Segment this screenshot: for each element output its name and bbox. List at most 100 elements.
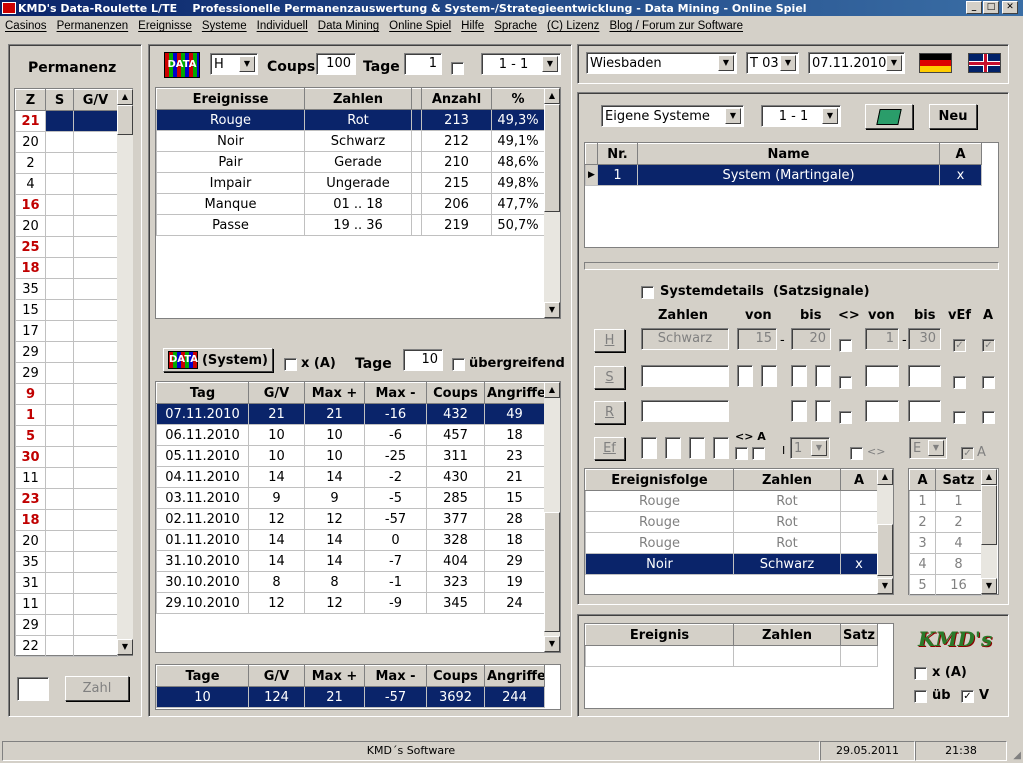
xa-checkbox[interactable]	[284, 358, 297, 371]
scroll-down-icon[interactable]: ▼	[117, 639, 133, 655]
s-von-input-2[interactable]	[761, 365, 777, 387]
table-row[interactable]: 18	[15, 509, 118, 531]
h-bis2-input[interactable]: 30	[908, 328, 941, 350]
col-tag[interactable]: Tag	[156, 382, 249, 404]
col-s[interactable]: S	[45, 89, 74, 111]
col-ef-a[interactable]: A	[840, 469, 878, 491]
menu-permanenzen[interactable]: Permanenzen	[52, 20, 134, 32]
close-button[interactable]: ✕	[1002, 1, 1018, 14]
tage2-input[interactable]: 10	[403, 349, 443, 371]
satz-scrollbar[interactable]: ▲ ▼	[981, 469, 997, 594]
table-row[interactable]: 2	[15, 152, 118, 174]
s-bis-input-2[interactable]	[815, 365, 831, 387]
ef-combo[interactable]: 1 ▼	[790, 437, 830, 459]
table-row[interactable]: Rouge Rot	[585, 490, 878, 512]
col-name[interactable]: Name	[637, 143, 940, 165]
uk-flag-icon[interactable]	[968, 53, 1001, 73]
s-zahlen-input[interactable]	[641, 365, 729, 387]
ereignisfolge-scrollbar[interactable]: ▲ ▼	[877, 469, 893, 594]
chevron-down-icon[interactable]: ▼	[239, 56, 255, 72]
col-ereignis[interactable]: Ereignis	[585, 624, 734, 646]
ueb-checkbox[interactable]	[914, 690, 927, 703]
scroll-up-icon[interactable]: ▲	[981, 469, 997, 485]
table-row[interactable]: 35	[15, 551, 118, 573]
table-combo[interactable]: T 03 ▼	[746, 52, 799, 74]
table-row[interactable]: 23	[15, 488, 118, 510]
table-row[interactable]: 25	[15, 236, 118, 258]
casino-combo[interactable]: Wiesbaden ▼	[586, 52, 737, 74]
r-vef-checkbox[interactable]	[953, 411, 966, 424]
h-a-checkbox[interactable]: ✓	[982, 339, 995, 352]
h-ne-checkbox[interactable]	[839, 339, 852, 352]
menu-lizenz[interactable]: (C) Lizenz	[542, 20, 604, 32]
s-button[interactable]: S	[594, 366, 625, 389]
v-checkbox[interactable]: ✓	[961, 690, 974, 703]
table-row[interactable]: 30.10.2010 8 8 -1 323 19	[156, 571, 545, 593]
chevron-down-icon[interactable]: ▼	[822, 108, 838, 124]
ef-input-2[interactable]	[665, 437, 681, 459]
s-bis2-input[interactable]	[908, 365, 941, 387]
table-row[interactable]: 01.11.2010 14 14 0 328 18	[156, 529, 545, 551]
table-row[interactable]: 18	[15, 257, 118, 279]
tage-input[interactable]: 1	[404, 53, 442, 75]
ef-a2-checkbox[interactable]: ✓	[961, 447, 974, 460]
menu-systeme[interactable]: Systeme	[197, 20, 252, 32]
table-row[interactable]: Manque 01 .. 18 206 47,7%	[156, 193, 545, 215]
scroll-down-icon[interactable]: ▼	[544, 636, 560, 652]
table-row[interactable]: 04.11.2010 14 14 -2 430 21	[156, 466, 545, 488]
menu-online-spiel[interactable]: Online Spiel	[384, 20, 456, 32]
ef-e-combo[interactable]: E ▼	[909, 437, 947, 459]
table-row[interactable]: 1	[15, 404, 118, 426]
table-row[interactable]: 11	[909, 490, 982, 512]
col-zahlen[interactable]: Zahlen	[304, 88, 412, 110]
table-row[interactable]: 34	[909, 532, 982, 554]
table-row[interactable]: Noir Schwarz 212 49,1%	[156, 130, 545, 152]
col-coups[interactable]: Coups	[426, 382, 485, 404]
menu-individuell[interactable]: Individuell	[252, 20, 313, 32]
table-row[interactable]: 35	[15, 278, 118, 300]
col-er-satz[interactable]: Satz	[840, 624, 878, 646]
edit-system-button[interactable]	[865, 104, 913, 129]
h-button[interactable]: H	[594, 329, 625, 352]
table-row[interactable]: ▶ 1 System (Martingale) x	[585, 164, 982, 186]
col-max-plus[interactable]: Max +	[304, 382, 365, 404]
chevron-down-icon[interactable]: ▼	[928, 440, 944, 456]
col-a[interactable]: A	[939, 143, 982, 165]
col-satz[interactable]: Satz	[935, 469, 982, 491]
col-z[interactable]: Z	[15, 89, 46, 111]
col-nr[interactable]: Nr.	[597, 143, 638, 165]
table-row[interactable]: 31	[15, 572, 118, 594]
zahl-button[interactable]: Zahl	[65, 676, 129, 701]
system-button[interactable]: DATA (System)	[163, 348, 273, 372]
table-row[interactable]: 11	[15, 467, 118, 489]
col-ef-zahlen[interactable]: Zahlen	[733, 469, 841, 491]
menu-hilfe[interactable]: Hilfe	[456, 20, 489, 32]
scroll-thumb[interactable]	[544, 512, 560, 632]
scroll-up-icon[interactable]: ▲	[544, 382, 560, 398]
ereignisse-scrollbar[interactable]: ▲ ▼	[544, 88, 560, 318]
ef-input-3[interactable]	[689, 437, 705, 459]
table-row[interactable]: 22	[15, 635, 118, 657]
table-row[interactable]: 9	[15, 383, 118, 405]
tage-scrollbar[interactable]: ▲ ▼	[544, 382, 560, 652]
table-row[interactable]: Passe 19 .. 36 219 50,7%	[156, 214, 545, 236]
data-icon[interactable]: DATA	[164, 52, 200, 78]
r-bis-input[interactable]	[791, 400, 807, 422]
table-row[interactable]: Impair Ungerade 215 49,8%	[156, 172, 545, 194]
uebergreifend-checkbox[interactable]	[452, 358, 465, 371]
table-row[interactable]: 07.11.2010 21 21 -16 432 49	[156, 403, 545, 425]
table-row[interactable]: 29	[15, 341, 118, 363]
scroll-thumb[interactable]	[981, 485, 997, 545]
table-row[interactable]: 02.11.2010 12 12 -57 377 28	[156, 508, 545, 530]
r-bis2-input[interactable]	[908, 400, 941, 422]
col-anzahl[interactable]: Anzahl	[421, 88, 492, 110]
r-button[interactable]: R	[594, 401, 625, 424]
chevron-down-icon[interactable]: ▼	[811, 440, 827, 456]
scroll-thumb[interactable]	[117, 105, 133, 135]
zahl-input[interactable]	[17, 677, 49, 701]
s-bis-input[interactable]	[791, 365, 807, 387]
ef-button[interactable]: Ef	[594, 437, 625, 460]
menu-blog-forum[interactable]: Blog / Forum zur Software	[604, 20, 748, 32]
systemdetails-checkbox[interactable]	[641, 286, 654, 299]
table-row[interactable]: 05.11.2010 10 10 -25 311 23	[156, 445, 545, 467]
